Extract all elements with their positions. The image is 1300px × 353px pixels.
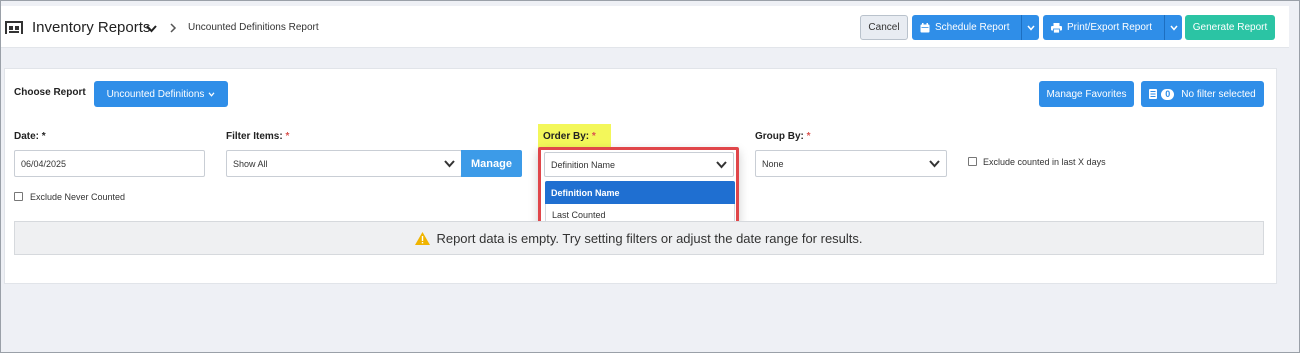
group-by-select[interactable]: None	[755, 150, 947, 177]
order-by-callout: Definition Name Definition Name Last Cou…	[538, 147, 739, 227]
exclude-never-counted-checkbox[interactable]	[14, 192, 23, 201]
group-by-label-text: Group By:	[755, 131, 804, 142]
title-chevron-down-icon[interactable]	[146, 25, 157, 33]
chevron-down-icon	[1169, 25, 1178, 31]
warning-icon	[415, 231, 431, 245]
choose-report-value: Uncounted Definitions	[106, 88, 205, 100]
schedule-report-button-group: Schedule Report	[912, 15, 1039, 40]
filter-selector-button[interactable]: 0 No filter selected	[1141, 81, 1264, 107]
filter-items-label: Filter Items: *	[226, 131, 289, 142]
manage-filter-items-button[interactable]: Manage	[461, 150, 522, 177]
breadcrumb-separator-icon	[170, 23, 177, 33]
filter-items-label-text: Filter Items:	[226, 131, 283, 142]
date-required-mark: *	[41, 131, 46, 142]
schedule-report-label: Schedule Report	[935, 22, 1010, 33]
top-bar: Inventory Reports Uncounted Definitions …	[1, 6, 1289, 48]
order-by-value: Definition Name	[551, 159, 616, 170]
print-export-button-group: Print/Export Report	[1043, 15, 1182, 40]
order-by-required-mark: *	[591, 131, 596, 142]
date-label: Date: *	[14, 131, 46, 142]
schedule-report-dropdown-toggle[interactable]	[1021, 15, 1039, 40]
calendar-icon	[920, 22, 930, 32]
chevron-down-icon	[208, 91, 215, 97]
print-export-label: Print/Export Report	[1067, 22, 1153, 33]
choose-report-label: Choose Report	[14, 87, 86, 98]
exclude-never-counted-label: Exclude Never Counted	[30, 192, 126, 202]
choose-report-dropdown[interactable]: Uncounted Definitions	[94, 81, 228, 107]
filter-items-select[interactable]: Show All	[226, 150, 462, 177]
page-title: Inventory Reports	[32, 19, 151, 36]
print-export-dropdown-toggle[interactable]	[1164, 15, 1182, 40]
group-by-label: Group By: *	[755, 131, 811, 142]
exclude-counted-label: Exclude counted in last X days	[983, 157, 1106, 167]
chevron-down-icon	[444, 160, 455, 168]
print-export-button[interactable]: Print/Export Report	[1043, 15, 1164, 40]
filter-items-value: Show All	[233, 158, 268, 169]
order-by-label: Order By: *	[543, 131, 596, 142]
order-by-label-text: Order By:	[543, 131, 590, 142]
order-by-select[interactable]: Definition Name	[544, 152, 734, 177]
printer-icon	[1051, 22, 1062, 33]
manage-favorites-button[interactable]: Manage Favorites	[1039, 81, 1134, 107]
empty-report-banner: Report data is empty. Try setting filter…	[14, 221, 1264, 255]
date-input[interactable]: 06/04/2025	[14, 150, 205, 177]
chevron-down-icon	[929, 160, 940, 168]
filter-status-label: No filter selected	[1181, 88, 1256, 100]
date-label-text: Date:	[14, 131, 40, 142]
date-value: 06/04/2025	[21, 158, 67, 169]
group-by-value: None	[762, 158, 784, 169]
chevron-down-icon	[1026, 25, 1035, 31]
breadcrumb: Uncounted Definitions Report	[188, 22, 319, 33]
filter-list-icon	[1149, 89, 1158, 99]
warehouse-icon	[5, 21, 23, 34]
exclude-counted-checkbox[interactable]	[968, 157, 977, 166]
cancel-button[interactable]: Cancel	[860, 15, 908, 40]
filter-items-required-mark: *	[285, 131, 290, 142]
empty-report-message: Report data is empty. Try setting filter…	[436, 230, 863, 246]
chevron-down-icon	[716, 161, 727, 169]
schedule-report-button[interactable]: Schedule Report	[912, 15, 1021, 40]
order-by-option-definition-name[interactable]: Definition Name	[545, 181, 735, 204]
filter-count-badge: 0	[1161, 88, 1175, 100]
group-by-required-mark: *	[806, 131, 811, 142]
generate-report-button[interactable]: Generate Report	[1185, 15, 1275, 40]
